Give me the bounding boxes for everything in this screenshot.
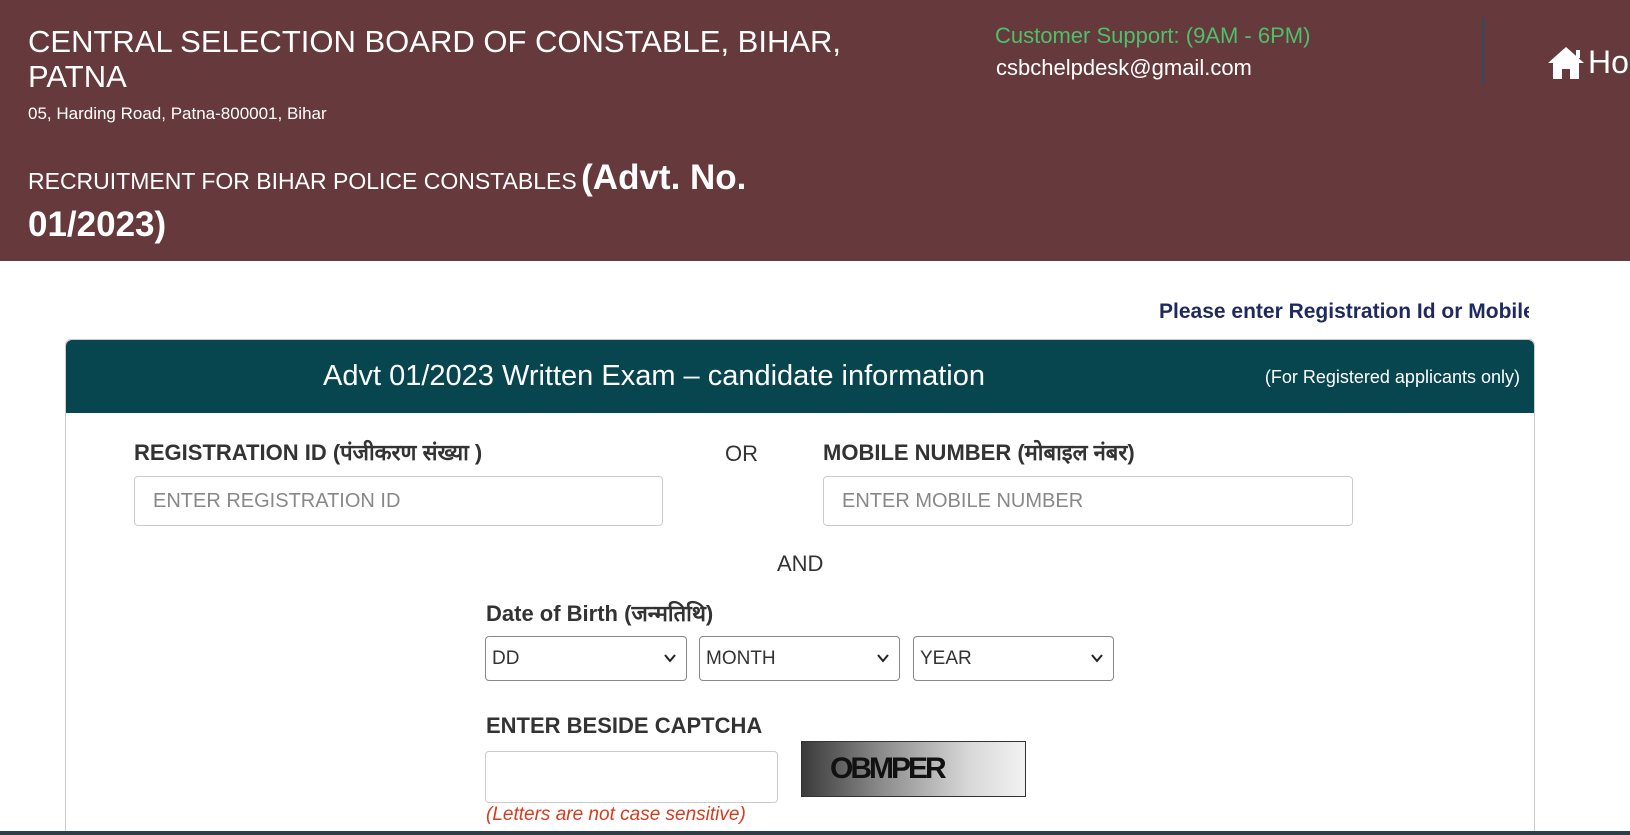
dob-day-value: DD (492, 647, 520, 669)
dob-month-value: MONTH (706, 647, 776, 669)
support-hours: Customer Support: (9AM - 6PM) (995, 23, 1311, 48)
header-divider (1482, 18, 1484, 84)
candidate-info-card: Advt 01/2023 Written Exam – candidate in… (65, 339, 1535, 835)
captcha-image: OBMPER (801, 741, 1026, 797)
mobile-label: MOBILE NUMBER (मोबाइल नंबर) (823, 440, 1135, 465)
chevron-down-icon (877, 654, 889, 663)
dob-label: Date of Birth (जन्मतिथि) (486, 601, 714, 626)
captcha-text: OBMPER (830, 752, 947, 785)
captcha-label: ENTER BESIDE CAPTCHA (486, 713, 763, 738)
and-separator: AND (777, 551, 824, 576)
dob-year-select[interactable]: YEAR (913, 636, 1114, 681)
mobile-input[interactable] (823, 476, 1353, 526)
card-subtitle: (For Registered applicants only) (1264, 367, 1520, 387)
home-icon (1548, 46, 1584, 79)
site-header: CENTRAL SELECTION BOARD OF CONSTABLE, BI… (0, 0, 1630, 261)
home-label: Home (1588, 44, 1630, 80)
recruitment-heading: RECRUITMENT FOR BIHAR POLICE CONSTABLES … (28, 158, 828, 252)
card-title: Advt 01/2023 Written Exam – candidate in… (323, 360, 986, 392)
registration-label: REGISTRATION ID (पंजीकरण संख्या ) (134, 440, 483, 465)
notice-marquee: Please enter Registration Id or Mobile N… (1159, 300, 1529, 323)
dob-day-select[interactable]: DD (485, 636, 687, 681)
captcha-note: (Letters are not case sensitive) (486, 804, 746, 825)
chevron-down-icon (664, 654, 676, 663)
org-title: CENTRAL SELECTION BOARD OF CONSTABLE, BI… (28, 24, 842, 94)
support-email[interactable]: csbchelpdesk@gmail.com (996, 55, 1252, 81)
or-separator: OR (725, 441, 758, 466)
recruitment-text: RECRUITMENT FOR BIHAR POLICE CONSTABLES (28, 168, 577, 194)
dob-month-select[interactable]: MONTH (699, 636, 900, 681)
home-link[interactable]: Home (1546, 44, 1630, 81)
org-address: 05, Harding Road, Patna-800001, Bihar (28, 104, 327, 123)
card-header: Advt 01/2023 Written Exam – candidate in… (66, 340, 1534, 413)
dob-year-value: YEAR (920, 647, 972, 669)
registration-input[interactable] (134, 476, 663, 526)
bottom-edge (0, 831, 1630, 835)
captcha-input[interactable] (485, 751, 778, 803)
chevron-down-icon (1091, 654, 1103, 663)
